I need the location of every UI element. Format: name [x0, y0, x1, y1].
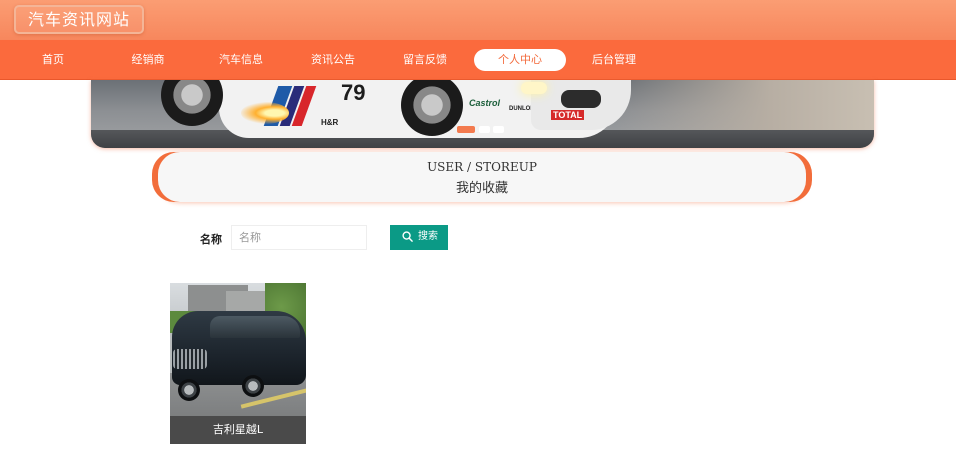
search-button-label: 搜索: [418, 231, 438, 242]
site-header: 汽车资讯网站: [0, 0, 956, 40]
banner-carousel[interactable]: 79 H&R Castrol DUNLOP TOTAL: [91, 80, 874, 148]
search-label: 名称: [200, 233, 222, 246]
nav-item-home[interactable]: 首页: [23, 49, 83, 71]
rear-wheel: [161, 80, 223, 126]
car-thumbnail: [170, 283, 306, 416]
favorite-card[interactable]: 吉利星越L: [170, 283, 306, 444]
nav-item-feedback[interactable]: 留言反馈: [389, 49, 461, 71]
page-title-box: USER / STOREUP 我的收藏: [158, 152, 806, 202]
search-icon: [402, 231, 413, 242]
sponsor-castrol: Castrol: [469, 98, 501, 108]
nav-item-car-info[interactable]: 汽车信息: [205, 49, 277, 71]
sponsor-hr: H&R: [321, 118, 339, 127]
carousel-dot-1[interactable]: [457, 126, 475, 133]
exhaust-flame: [241, 102, 289, 124]
car-number: 79: [341, 80, 366, 105]
nav-item-dealers[interactable]: 经销商: [117, 49, 179, 71]
site-title[interactable]: 汽车资讯网站: [14, 5, 145, 34]
sponsor-total: TOTAL: [551, 110, 585, 120]
nav-item-news[interactable]: 资讯公告: [297, 49, 369, 71]
breadcrumb-english: USER / STOREUP: [427, 160, 537, 174]
page-title: 我的收藏: [455, 181, 508, 196]
kidney-grille: [561, 90, 601, 108]
search-button[interactable]: 搜索: [390, 225, 448, 250]
nav-item-admin[interactable]: 后台管理: [578, 49, 650, 71]
favorite-card-title: 吉利星越L: [170, 416, 306, 444]
carousel-dot-2[interactable]: [479, 126, 490, 133]
search-input[interactable]: [231, 225, 367, 250]
main-nav: 首页 经销商 汽车信息 资讯公告 留言反馈 个人中心 后台管理: [0, 40, 956, 80]
headlight: [521, 82, 547, 94]
carousel-dot-3[interactable]: [493, 126, 504, 133]
nav-item-user-center[interactable]: 个人中心: [474, 49, 566, 71]
